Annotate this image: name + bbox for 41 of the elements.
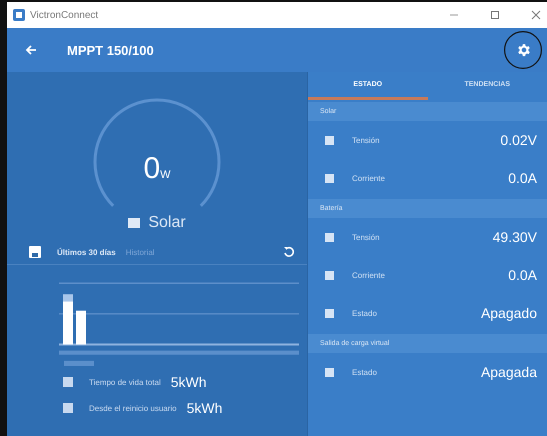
total-value: 5kWh	[170, 374, 207, 390]
row-icon	[325, 232, 334, 242]
row-label: Estado	[352, 308, 377, 318]
row-icon	[325, 136, 334, 144]
row-value: 0.0A	[508, 170, 537, 186]
device-title: MPPT 150/100	[67, 42, 154, 58]
power-unit: W	[160, 169, 171, 181]
app-icon	[13, 9, 25, 21]
settings-icon[interactable]	[517, 43, 531, 57]
history-subtitle: Historial	[126, 248, 155, 256]
power-value: 0	[143, 152, 160, 186]
row-value: Apagado	[480, 305, 537, 321]
maximize-icon[interactable]	[490, 10, 500, 20]
chart-bar	[63, 294, 73, 344]
row-value: 0.0A	[508, 267, 537, 283]
window-title: VictronConnect	[30, 10, 98, 20]
back-icon[interactable]	[25, 44, 37, 56]
total-label: Tiempo de vida total	[89, 378, 161, 386]
row-icon	[325, 270, 334, 280]
total-label: Desde el reinicio usuario	[89, 404, 177, 412]
row-icon	[325, 174, 334, 182]
energy-icon	[63, 403, 73, 413]
row-label: Tensión	[352, 136, 380, 144]
row-value: Apagada	[480, 364, 537, 380]
row-label: Corriente	[352, 270, 385, 280]
row-value: 0.02V	[500, 132, 537, 148]
solar-panel-icon	[128, 218, 140, 228]
total-value: 5kWh	[186, 400, 222, 416]
row-label: Tensión	[352, 232, 380, 242]
history-title: Últimos 30 días	[57, 248, 116, 256]
row-icon	[325, 308, 334, 318]
row-label: Corriente	[352, 174, 385, 182]
energy-icon	[63, 377, 73, 387]
row-value: 49.30V	[492, 229, 537, 245]
refresh-icon[interactable]	[283, 246, 295, 258]
chart-bar	[76, 310, 86, 344]
save-icon[interactable]	[29, 246, 41, 258]
row-icon	[325, 368, 334, 376]
source-label: Solar	[148, 214, 186, 232]
close-icon[interactable]	[531, 10, 541, 20]
row-label: Estado	[352, 368, 377, 376]
